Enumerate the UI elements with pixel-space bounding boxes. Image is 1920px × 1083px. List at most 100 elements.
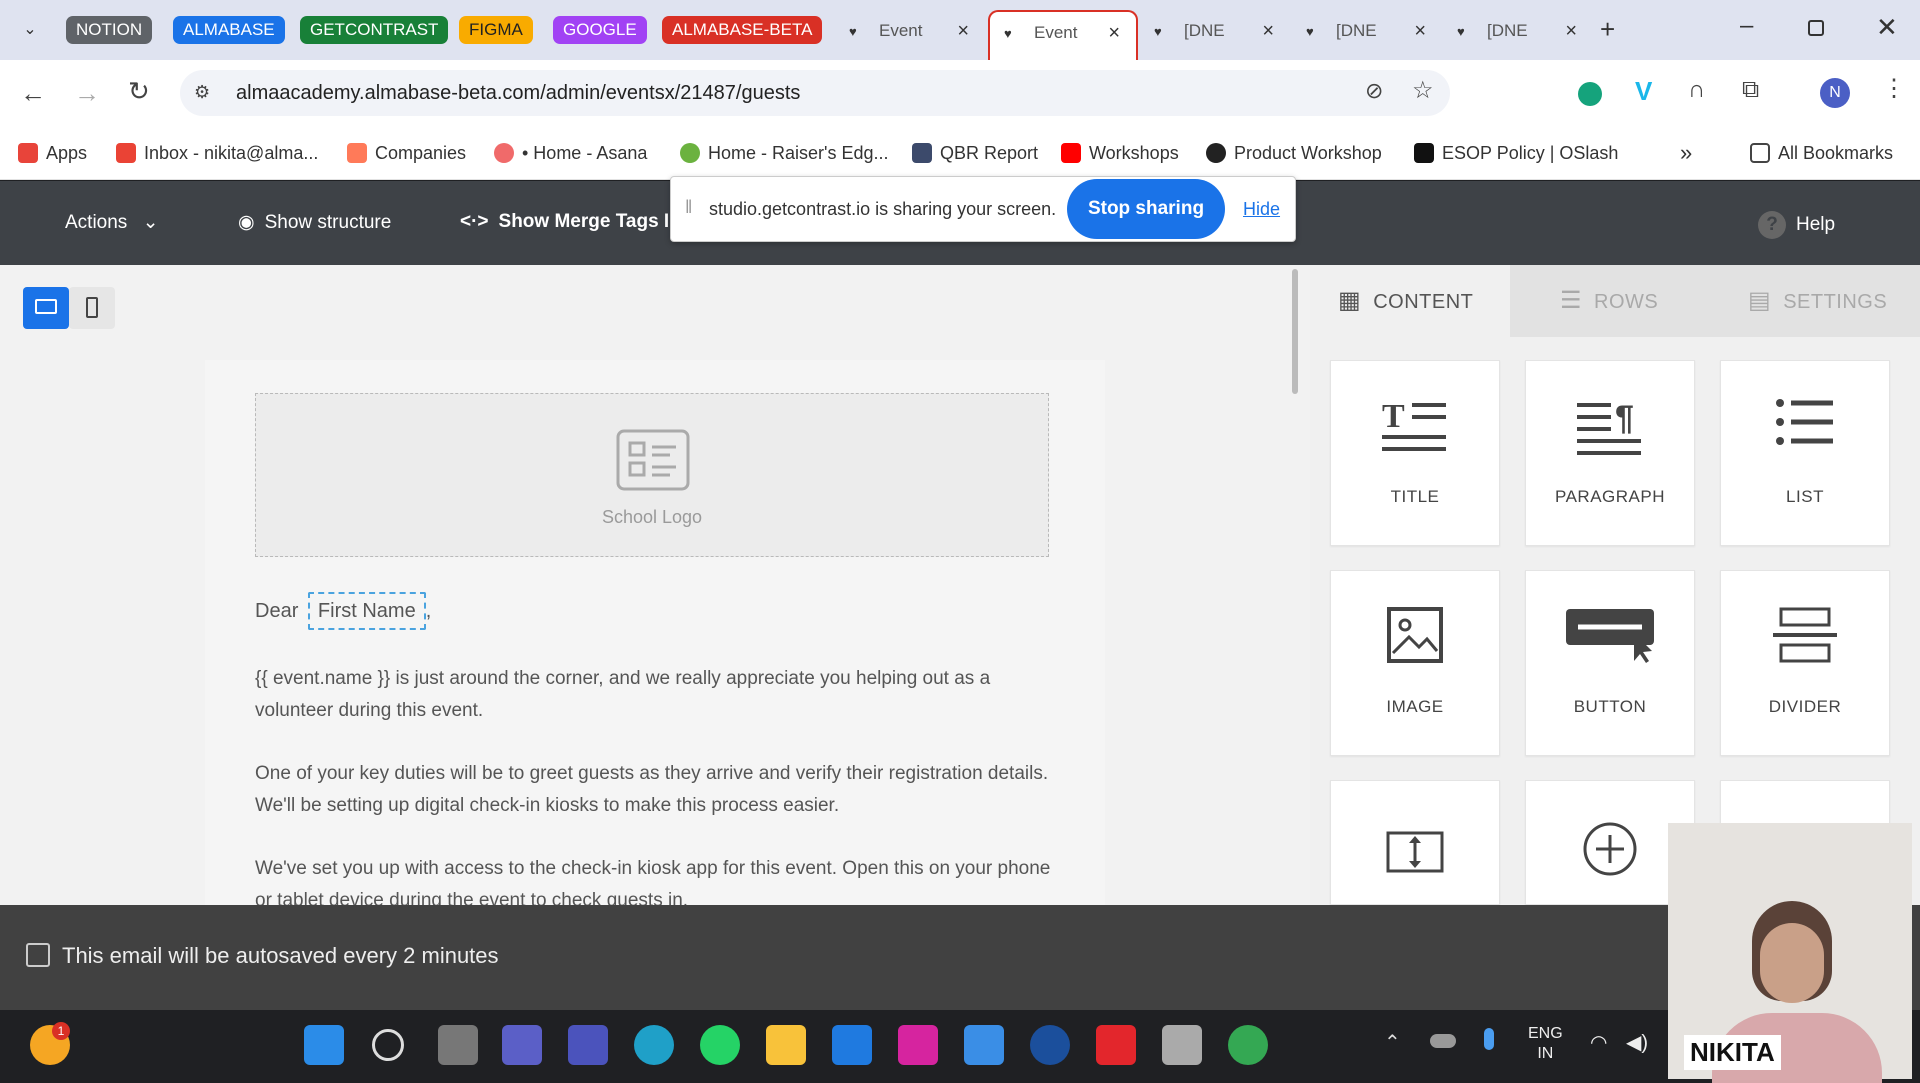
bookmark-esop[interactable]: ESOP Policy | OSlash [1414,140,1618,166]
paragraph-2[interactable]: One of your key duties will be to greet … [255,758,1055,822]
gmail-icon [116,143,136,163]
close-tab-icon[interactable]: × [1565,10,1577,52]
wifi-icon[interactable]: ◠ [1590,1030,1607,1055]
restore-icon[interactable] [1808,20,1824,36]
snipping-tool-icon[interactable] [1162,1025,1202,1065]
tab-search-chevron-icon[interactable]: ⌄ [18,18,42,42]
close-tab-icon[interactable]: × [1262,10,1274,52]
bookmark-label: Apps [46,143,88,163]
bookmark-product-workshop[interactable]: Product Workshop [1206,140,1382,166]
bookmark-apps[interactable]: Apps [18,140,87,166]
canvas-scrollbar[interactable] [1292,269,1298,394]
list-block-label: LIST [1786,487,1824,506]
grammarly-extension-icon[interactable] [1578,82,1602,106]
more-bookmarks-icon[interactable]: » [1680,140,1692,166]
whatsapp-icon[interactable] [700,1025,740,1065]
forward-arrow-icon[interactable]: → [74,78,100,109]
edge-icon[interactable] [634,1025,674,1065]
windows-start-icon[interactable] [304,1025,344,1065]
task-view-icon[interactable] [438,1025,478,1065]
tab-group-almabase[interactable]: ALMABASE [173,16,285,44]
site-settings-icon[interactable]: ⚙ [194,82,210,103]
tab-group-google[interactable]: GOOGLE [553,16,647,44]
all-bookmarks[interactable]: All Bookmarks [1750,140,1893,166]
new-tab-plus-icon[interactable]: + [1600,14,1615,45]
url-field[interactable]: ⚙ almaacademy.almabase-beta.com/admin/ev… [180,70,1450,116]
drag-handle-icon[interactable]: ‖ [685,197,692,218]
tab-group-almabase-beta[interactable]: ALMABASE-BETA [662,16,823,44]
close-window-icon[interactable]: ✕ [1876,12,1898,43]
title-block[interactable]: T TITLE [1330,360,1500,546]
button-icon [1566,609,1654,663]
spacer-block[interactable] [1330,780,1500,905]
search-icon[interactable] [372,1029,404,1061]
hide-link[interactable]: Hide [1243,199,1280,220]
webex-icon[interactable] [1030,1025,1070,1065]
mobile-view-toggle[interactable] [69,287,115,329]
tab-rows[interactable]: ☰ ROWS [1510,265,1710,337]
show-merge-tags-button[interactable]: <·> Show Merge Tags I [460,211,669,233]
image-block[interactable]: IMAGE [1330,570,1500,756]
teams-icon[interactable] [502,1025,542,1065]
acrobat-icon[interactable] [1096,1025,1136,1065]
tray-chevron-up-icon[interactable]: ⌃ [1384,1030,1401,1055]
list-block[interactable]: LIST [1720,360,1890,546]
button-block[interactable]: BUTTON [1525,570,1695,756]
file-explorer-icon[interactable] [766,1025,806,1065]
chrome-icon[interactable] [1228,1025,1268,1065]
microphone-icon[interactable] [1484,1028,1494,1050]
browser-tab[interactable]: ♥ [DNE × [1443,10,1593,60]
teams-chat-icon[interactable] [568,1025,608,1065]
stop-sharing-button[interactable]: Stop sharing [1067,179,1225,239]
tab-group-figma[interactable]: FIGMA [459,16,533,44]
button-block-label: BUTTON [1573,697,1647,716]
reload-icon[interactable]: ↻ [128,76,150,107]
bookmark-star-icon[interactable]: ☆ [1412,76,1434,105]
profile-avatar[interactable]: N [1820,78,1850,108]
desktop-view-toggle[interactable] [23,287,69,329]
divider-block[interactable]: DIVIDER [1720,570,1890,756]
tab-group-notion[interactable]: NOTION [66,16,153,44]
browser-tab-active[interactable]: ♥ Event × [988,10,1138,60]
actions-dropdown[interactable]: Actions ⌄ [65,211,159,234]
volume-icon[interactable]: ◀) [1626,1030,1648,1055]
show-structure-button[interactable]: ◉ Show structure [238,211,391,234]
first-name-merge-tag[interactable]: First Name [307,592,426,630]
close-tab-icon[interactable]: × [1414,10,1426,52]
bookmark-label: Product Workshop [1234,143,1382,163]
tab-group-getcontrast[interactable]: GETCONTRAST [300,16,449,44]
help-button[interactable]: ? Help [1758,211,1835,239]
onedrive-icon[interactable] [1430,1034,1456,1048]
send-app-icon[interactable] [832,1025,872,1065]
browser-tab[interactable]: ♥ [DNE × [1292,10,1442,60]
bookmarks-bar: Apps Inbox - nikita@alma... Companies • … [0,128,1920,180]
close-tab-icon[interactable]: × [1108,12,1120,54]
vimeo-extension-icon[interactable]: V [1635,76,1652,107]
apps-grid-icon [18,143,38,163]
arc-extension-icon[interactable]: ∩ [1688,76,1705,104]
back-arrow-icon[interactable]: ← [20,78,46,109]
mail-icon[interactable] [964,1025,1004,1065]
bookmark-gmail[interactable]: Inbox - nikita@alma... [116,140,318,166]
close-tab-icon[interactable]: × [957,10,969,52]
paragraph-block[interactable]: ¶ PARAGRAPH [1525,360,1695,546]
instagram-icon[interactable] [898,1025,938,1065]
tab-settings[interactable]: ▤ SETTINGS [1710,265,1920,337]
language-indicator[interactable]: ENG IN [1528,1024,1563,1064]
bookmark-companies[interactable]: Companies [347,140,466,166]
eye-off-icon[interactable]: ⊘ [1365,78,1383,104]
school-logo-placeholder[interactable]: School Logo [255,393,1049,557]
bookmark-workshops[interactable]: Workshops [1061,140,1179,166]
product-workshop-icon [1206,143,1226,163]
browser-tab[interactable]: ♥ [DNE × [1140,10,1290,60]
minimize-icon[interactable]: – [1740,12,1753,40]
paragraph-1[interactable]: {{ event.name }} is just around the corn… [255,663,1055,727]
browser-tab[interactable]: ♥ Event × [835,10,985,60]
bookmark-asana[interactable]: • Home - Asana [494,140,647,166]
chevron-down-icon: ⌄ [142,212,159,233]
bookmark-raisers-edge[interactable]: Home - Raiser's Edg... [680,140,889,166]
extensions-puzzle-icon[interactable]: ⧉ [1742,76,1759,104]
bookmark-qbr[interactable]: QBR Report [912,140,1038,166]
tab-content[interactable]: ▦ CONTENT [1310,265,1510,337]
browser-menu-icon[interactable]: ⋮ [1882,74,1906,103]
